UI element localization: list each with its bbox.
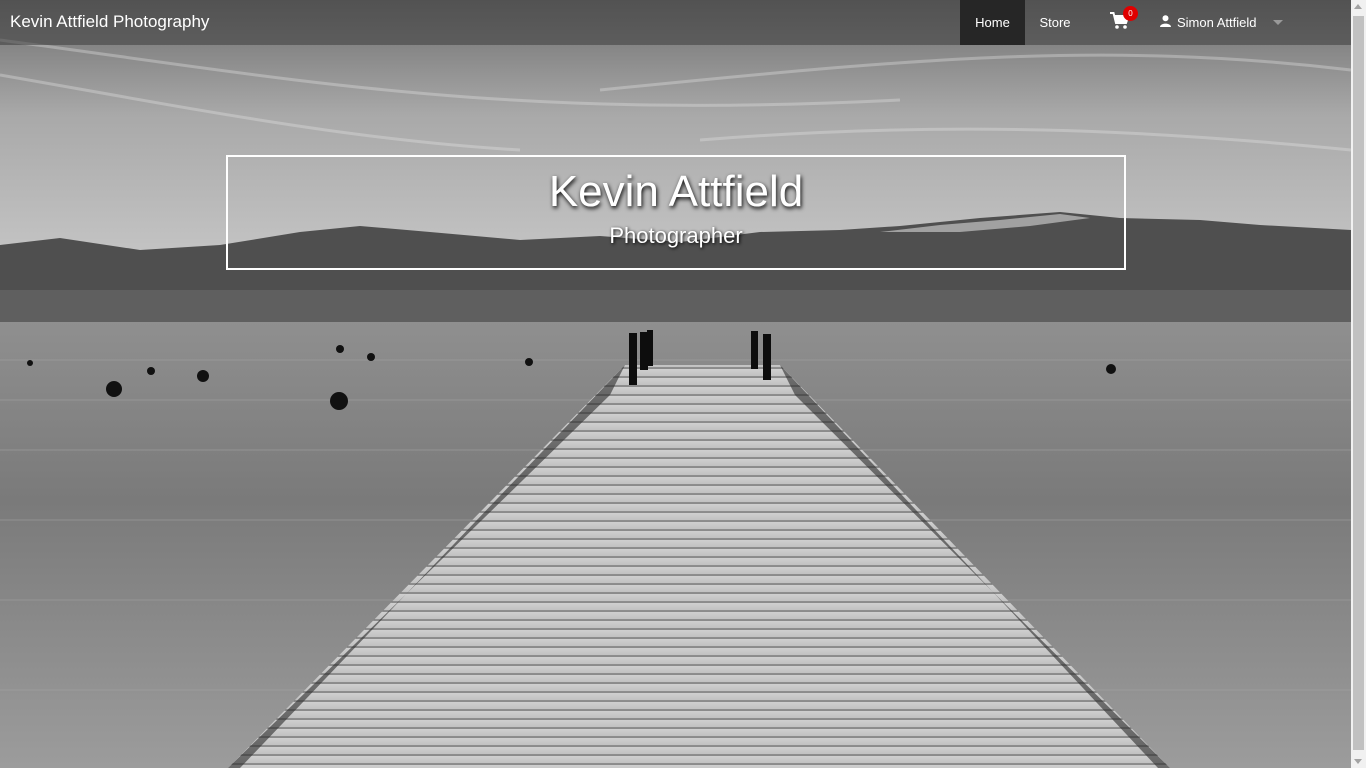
nav-store-link[interactable]: Store <box>1025 0 1085 45</box>
cart-count-badge: 0 <box>1123 6 1138 21</box>
vertical-scrollbar[interactable] <box>1351 0 1366 768</box>
hero-subtitle: Photographer <box>609 223 743 248</box>
hero-title: Kevin Attfield <box>548 167 804 216</box>
hero-caption-box: Kevin Attfield Photographer <box>226 155 1126 270</box>
hero-background-image <box>0 0 1351 768</box>
top-navbar: Kevin Attfield Photography Home Store 0 <box>0 0 1351 45</box>
nav-store-label: Store <box>1039 15 1071 30</box>
page: Kevin Attfield Photography Home Store 0 <box>0 0 1366 768</box>
scroll-down-arrow-icon[interactable] <box>1354 759 1362 764</box>
user-icon <box>1160 15 1171 30</box>
user-name-label: Simon Attfield <box>1177 15 1257 30</box>
nav-home-label: Home <box>975 15 1010 30</box>
user-menu-toggle[interactable]: Simon Attfield <box>1160 0 1295 45</box>
nav-home-link[interactable]: Home <box>960 0 1025 45</box>
scrollbar-thumb[interactable] <box>1353 16 1364 750</box>
scroll-up-arrow-icon[interactable] <box>1354 4 1362 9</box>
caret-down-icon <box>1272 20 1283 25</box>
brand-link[interactable]: Kevin Attfield Photography <box>10 12 209 32</box>
